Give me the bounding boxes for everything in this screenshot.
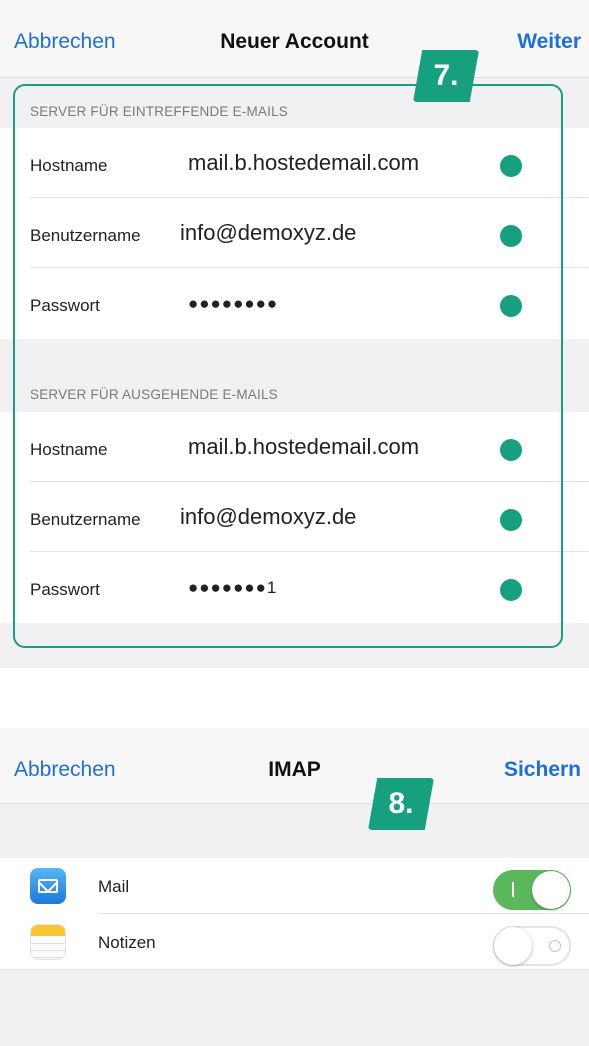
outgoing-server-header: SERVER FÜR AUSGEHENDE E-MAILS: [30, 387, 278, 402]
marker-dot: [500, 439, 522, 461]
page-title: Neuer Account: [220, 30, 369, 53]
incoming-password-row[interactable]: Passwort ●●●●●●●●: [0, 268, 589, 338]
marker-dot: [500, 155, 522, 177]
toggle-knob: [494, 927, 532, 965]
incoming-server-group: Hostname mail.b.hostedemail.com Benutzer…: [0, 128, 589, 339]
imap-screen: Abbrechen IMAP Sichern Mail Notizen: [0, 728, 589, 1046]
toggle-knob: [532, 871, 570, 909]
mail-icon: [30, 868, 66, 904]
outgoing-password-field[interactable]: ●●●●●●●1: [188, 578, 277, 598]
step-number: 7.: [433, 59, 459, 92]
notes-label: Notizen: [98, 933, 156, 952]
notes-sync-row: Notizen: [0, 914, 589, 970]
marker-dot: [500, 509, 522, 531]
save-button[interactable]: Sichern: [504, 758, 581, 782]
navigation-bar: Abbrechen IMAP Sichern: [0, 728, 589, 804]
incoming-username-row[interactable]: Benutzername info@demoxyz.de: [0, 198, 589, 268]
username-label: Benutzername: [30, 226, 141, 245]
cancel-button[interactable]: Abbrechen: [14, 758, 116, 782]
username-label: Benutzername: [30, 510, 141, 529]
mail-sync-row: Mail: [0, 858, 589, 914]
notes-toggle[interactable]: [493, 926, 571, 966]
hostname-label: Hostname: [30, 156, 108, 175]
mail-label: Mail: [98, 877, 130, 896]
next-button[interactable]: Weiter: [517, 30, 581, 54]
cancel-button[interactable]: Abbrechen: [14, 30, 116, 54]
outgoing-password-row[interactable]: Passwort ●●●●●●●1: [0, 552, 589, 622]
hostname-label: Hostname: [30, 440, 108, 459]
mail-toggle[interactable]: [493, 870, 571, 910]
incoming-hostname-field[interactable]: mail.b.hostedemail.com: [188, 150, 419, 176]
row-divider: [0, 969, 589, 970]
incoming-password-field[interactable]: ●●●●●●●●: [188, 294, 278, 314]
outgoing-server-group: Hostname mail.b.hostedemail.com Benutzer…: [0, 412, 589, 623]
marker-dot: [500, 295, 522, 317]
step-badge-8: 8.: [368, 778, 434, 830]
step-badge-7: 7.: [413, 50, 479, 102]
outgoing-hostname-field[interactable]: mail.b.hostedemail.com: [188, 434, 419, 460]
toggle-on-mark: [512, 882, 514, 897]
marker-dot: [500, 579, 522, 601]
password-label: Passwort: [30, 580, 100, 599]
toggle-off-mark: [549, 940, 561, 952]
outgoing-username-row[interactable]: Benutzername info@demoxyz.de: [0, 482, 589, 552]
navigation-bar: Abbrechen Neuer Account Weiter: [0, 0, 589, 78]
incoming-server-header: SERVER FÜR EINTREFFENDE E-MAILS: [30, 104, 288, 119]
outgoing-hostname-row[interactable]: Hostname mail.b.hostedemail.com: [0, 412, 589, 482]
new-account-screen: Abbrechen Neuer Account Weiter SERVER FÜ…: [0, 0, 589, 668]
page-title: IMAP: [268, 758, 321, 781]
incoming-username-field[interactable]: info@demoxyz.de: [180, 220, 356, 246]
marker-dot: [500, 225, 522, 247]
incoming-hostname-row[interactable]: Hostname mail.b.hostedemail.com: [0, 128, 589, 198]
step-number: 8.: [388, 787, 414, 820]
outgoing-username-field[interactable]: info@demoxyz.de: [180, 504, 356, 530]
password-label: Passwort: [30, 296, 100, 315]
notes-icon: [30, 924, 66, 960]
